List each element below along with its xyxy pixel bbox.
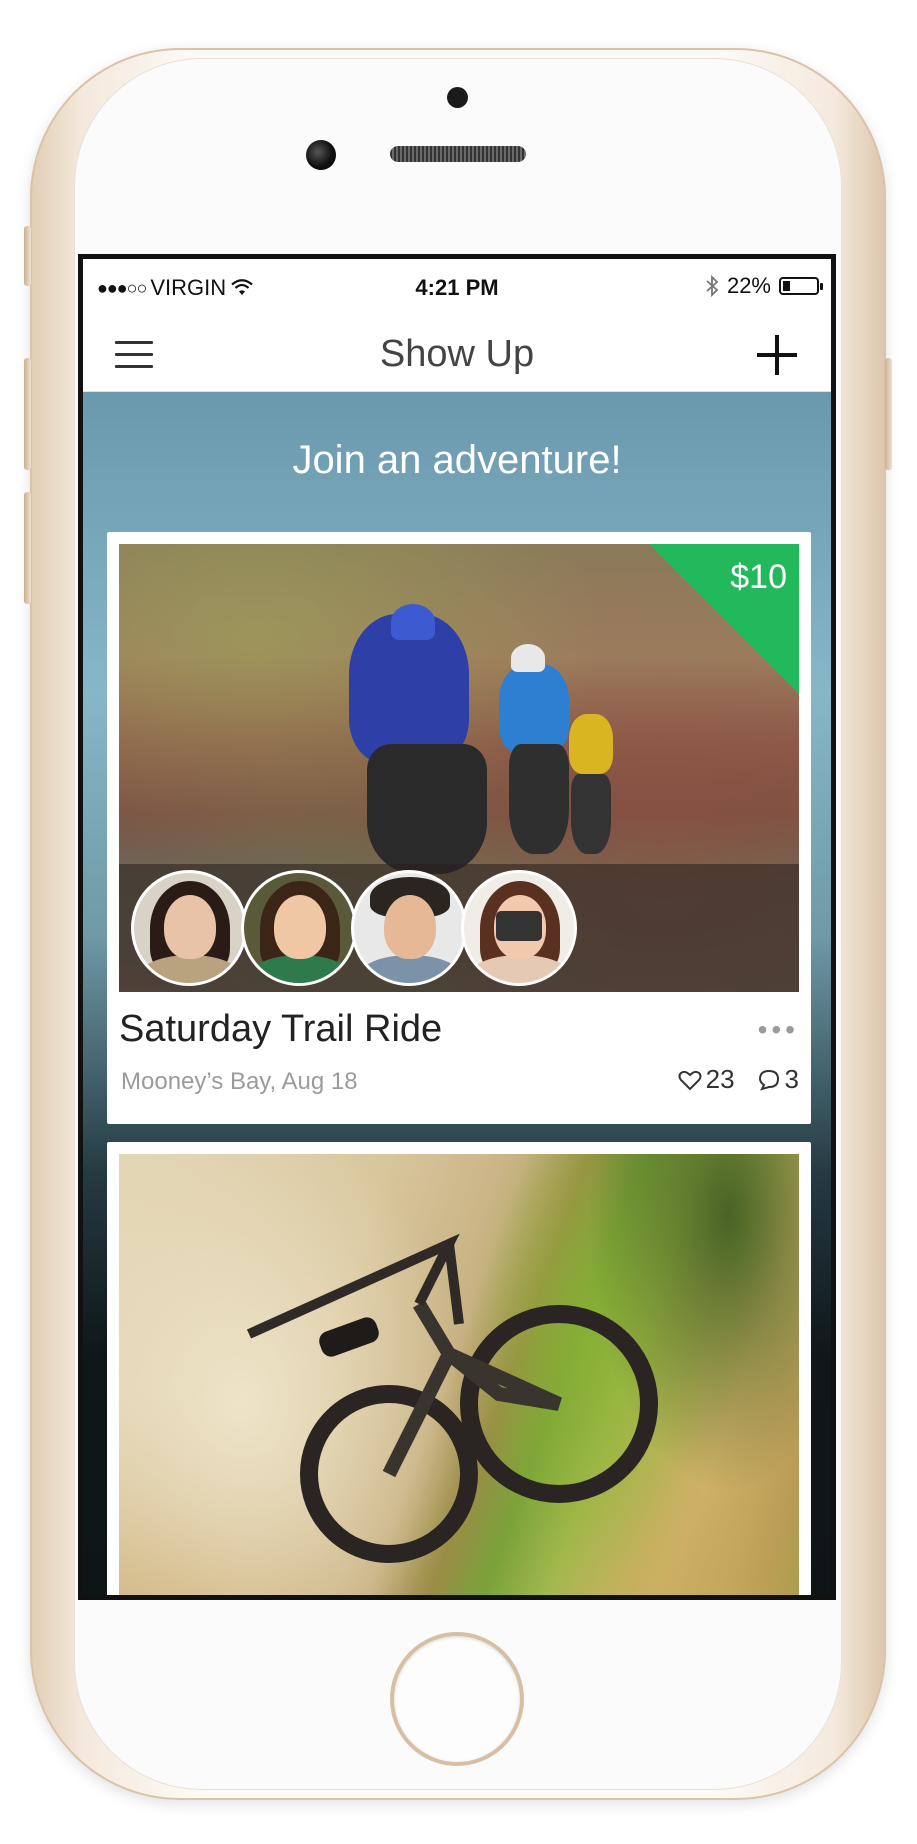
heart-icon — [678, 1070, 702, 1090]
comment-icon — [758, 1069, 779, 1091]
attendee-avatar[interactable] — [131, 870, 247, 986]
nav-bar: Show Up — [83, 317, 831, 392]
comment-button[interactable]: 3 — [757, 1064, 799, 1095]
battery-percent: 22% — [726, 273, 771, 298]
event-stats: 23 3 — [678, 1064, 799, 1095]
battery-icon — [779, 277, 823, 295]
like-count: 23 — [705, 1064, 735, 1094]
like-button[interactable]: 23 — [678, 1064, 735, 1095]
earpiece-speaker — [390, 146, 526, 162]
app-title: Show Up — [379, 333, 535, 375]
home-button[interactable] — [390, 1632, 524, 1766]
plus-icon[interactable] — [757, 335, 797, 375]
mute-switch — [24, 226, 31, 286]
event-location-date: Mooney’s Bay, Aug 18 — [121, 1068, 358, 1095]
status-bar: ●●●○○ VIRGIN 4:21 PM 22% — [83, 259, 831, 317]
battery-level — [783, 281, 790, 291]
price-label: $10 — [730, 558, 787, 596]
feed-heading: Join an adventure! — [292, 438, 622, 482]
comment-count: 3 — [784, 1064, 799, 1094]
bike-illustration — [246, 1233, 658, 1563]
volume-down-button — [24, 492, 31, 604]
volume-up-button — [24, 358, 31, 470]
price-badge: $10 — [649, 544, 799, 694]
bluetooth-icon — [706, 275, 719, 297]
more-dots-icon[interactable]: ••• — [758, 1014, 799, 1046]
screen: ●●●○○ VIRGIN 4:21 PM 22% Show Up Join an… — [78, 254, 836, 1600]
front-camera — [306, 140, 336, 170]
power-button — [885, 358, 892, 470]
front-sensor — [447, 87, 468, 108]
event-photo[interactable] — [119, 1154, 799, 1595]
event-card[interactable] — [107, 1142, 811, 1595]
attendee-avatar[interactable] — [461, 870, 577, 986]
attendee-avatar[interactable] — [351, 870, 467, 986]
attendee-avatar[interactable] — [241, 870, 357, 986]
event-title[interactable]: Saturday Trail Ride — [119, 1008, 442, 1051]
event-card[interactable]: $10 Saturday Trail Ride ••• Mooney’s Bay… — [107, 532, 811, 1124]
event-feed[interactable]: Join an adventure! $10 Saturday Trail Ri… — [83, 392, 831, 1595]
event-photo[interactable]: $10 — [119, 544, 799, 992]
attendee-strip — [119, 864, 799, 992]
